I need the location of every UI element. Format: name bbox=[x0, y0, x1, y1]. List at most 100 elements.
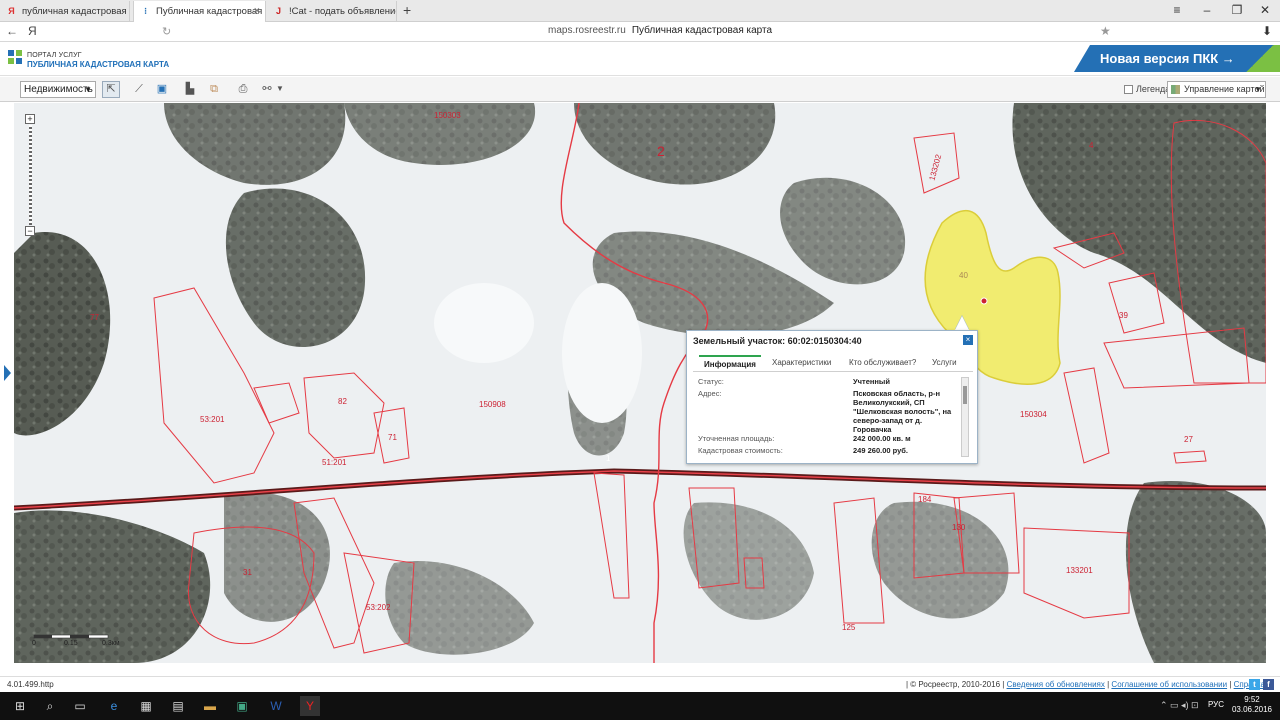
parcel-label: 77 bbox=[90, 313, 99, 322]
twitter-icon[interactable]: t bbox=[1249, 679, 1260, 690]
close-tab-icon[interactable]: × bbox=[254, 1, 260, 22]
word-icon[interactable]: W bbox=[266, 696, 286, 716]
language-indicator[interactable]: РУС bbox=[1208, 700, 1224, 709]
yandex-browser-icon[interactable]: Y bbox=[300, 696, 320, 716]
new-version-button[interactable]: Новая версия ПКК → bbox=[1074, 45, 1280, 72]
url-page-title: Публичная кадастровая карта bbox=[631, 25, 773, 36]
site-title[interactable]: ПУБЛИЧНАЯ КАДАСТРОВАЯ КАРТА bbox=[27, 60, 169, 69]
parcel-label: 71 bbox=[388, 433, 397, 442]
rosreestr-tab-icon: ⁝ bbox=[144, 6, 147, 16]
explorer-icon[interactable]: ▤ bbox=[168, 696, 188, 716]
scale-label: 0 bbox=[32, 640, 36, 647]
tab-services[interactable]: Услуги bbox=[927, 355, 962, 371]
tab-label: !Cat - подать объявление, р bbox=[289, 6, 396, 17]
popup-scrollbar[interactable] bbox=[961, 377, 969, 457]
minimize-icon[interactable]: – bbox=[1192, 0, 1222, 22]
parcel-label: 4 bbox=[1089, 141, 1094, 150]
url-host: maps.rosreestr.ru bbox=[548, 25, 626, 36]
area-value: 242 000.00 кв. м bbox=[853, 434, 911, 443]
realty-type-select[interactable]: Недвижимость ▼ bbox=[20, 81, 96, 98]
expand-panel-icon[interactable] bbox=[4, 365, 11, 381]
scrollbar-thumb[interactable] bbox=[963, 386, 967, 404]
tab-information[interactable]: Информация bbox=[699, 355, 761, 371]
chart-tool-icon[interactable]: ▙ bbox=[181, 81, 199, 98]
reload-icon[interactable]: ↻ bbox=[162, 25, 171, 38]
parcel-label: 184 bbox=[918, 495, 932, 504]
print-icon[interactable]: ⎙ bbox=[234, 81, 252, 98]
map-toolbar: Недвижимость ▼ ⇱ ⟋ ▣ ▙ ⧉ ⎙ ⚯ ▼ Легенда У… bbox=[0, 77, 1280, 102]
pointer-tool-icon[interactable]: ⇱ bbox=[102, 81, 120, 98]
copyright-text: | © Росреестр, 2010-2016 | bbox=[906, 680, 1005, 689]
chevron-down-icon[interactable]: ▼ bbox=[276, 84, 284, 93]
popup-pointer bbox=[955, 316, 969, 330]
tab-service-providers[interactable]: Кто обслуживает? bbox=[844, 355, 921, 371]
close-window-icon[interactable]: ✕ bbox=[1250, 0, 1280, 22]
facebook-icon[interactable]: f bbox=[1263, 679, 1274, 690]
legend-label: Легенда bbox=[1136, 84, 1171, 94]
parcel-label: 150303 bbox=[434, 111, 461, 120]
map-control-select[interactable]: Управление картой ▼ bbox=[1167, 81, 1266, 98]
gosuslugi-logo-icon[interactable] bbox=[7, 49, 23, 67]
tab-characteristics[interactable]: Характеристики bbox=[767, 355, 836, 371]
folder-icon[interactable]: ▬ bbox=[200, 696, 220, 716]
maximize-icon[interactable]: ❐ bbox=[1222, 0, 1252, 22]
measure-tool-icon[interactable]: ⟋ bbox=[130, 81, 148, 98]
parcel-label: 53:202 bbox=[366, 603, 391, 612]
parcel-label: 27 bbox=[1184, 435, 1193, 444]
url-field[interactable]: maps.rosreestr.ru Публичная кадастровая к… bbox=[548, 25, 772, 36]
browser-tab-2[interactable]: ⁝ Публичная кадастровая × bbox=[133, 1, 266, 22]
windows-start-icon[interactable]: ⊞ bbox=[10, 696, 30, 716]
tab-divider bbox=[693, 371, 973, 372]
satellite-map[interactable]: + − 150303 2 133202 150908 53:201 150304… bbox=[14, 103, 1266, 663]
parcel-info-popup: Земельный участок: 60:02:0150304:40 × Ин… bbox=[686, 330, 978, 464]
browser-tab-3[interactable]: J !Cat - подать объявление, р bbox=[267, 1, 397, 22]
tab-label: публичная кадастровая карт bbox=[22, 6, 129, 17]
browser-tab-1[interactable]: Я публичная кадастровая карт bbox=[0, 1, 130, 22]
clock-date: 03.06.2016 bbox=[1231, 705, 1272, 714]
site-header: ПОРТАЛ УСЛУГ ПУБЛИЧНАЯ КАДАСТРОВАЯ КАРТА… bbox=[0, 43, 1280, 76]
identify-tool-icon[interactable]: ▣ bbox=[153, 81, 171, 98]
layers-tool-icon[interactable]: ⧉ bbox=[205, 81, 223, 98]
scale-label: 0.15 bbox=[64, 640, 78, 647]
parcel-label: 40 bbox=[959, 271, 968, 280]
parcel-label: 39 bbox=[1119, 311, 1128, 320]
corner-decoration bbox=[1240, 45, 1280, 72]
app-icon[interactable]: ▣ bbox=[232, 696, 252, 716]
menu-icon[interactable]: ≡ bbox=[1162, 0, 1192, 22]
task-view-icon[interactable]: ▭ bbox=[70, 696, 90, 716]
close-icon[interactable]: × bbox=[963, 335, 973, 345]
bookmark-star-icon[interactable]: ★ bbox=[1100, 24, 1111, 38]
zoom-in-button[interactable]: + bbox=[25, 114, 35, 124]
status-value: Учтенный bbox=[853, 377, 890, 386]
tray-icons[interactable]: ⌃ ▭ ◂) ⊡ bbox=[1160, 700, 1199, 711]
status-label: Статус: bbox=[698, 377, 724, 386]
edge-browser-icon[interactable]: e bbox=[104, 696, 124, 716]
store-icon[interactable]: ▦ bbox=[136, 696, 156, 716]
jcat-tab-icon: J bbox=[275, 6, 281, 16]
left-panel-edge bbox=[0, 103, 14, 663]
version-label: 4.01.499.http bbox=[7, 680, 54, 689]
parcel-label: 53:201 bbox=[200, 415, 225, 424]
zoom-out-button[interactable]: − bbox=[25, 226, 35, 236]
link-icon[interactable]: ⚯ bbox=[258, 81, 276, 98]
search-icon[interactable]: ⌕ bbox=[40, 696, 60, 716]
address-label: Адрес: bbox=[698, 389, 722, 398]
new-tab-button[interactable]: + bbox=[403, 2, 411, 18]
clock[interactable]: 9:52 03.06.2016 bbox=[1232, 695, 1272, 715]
cadastral-value: 249 260.00 руб. bbox=[853, 446, 908, 455]
browser-tab-bar: Я публичная кадастровая карт ⁝ Публичная… bbox=[0, 0, 1280, 22]
legend-checkbox[interactable] bbox=[1124, 85, 1133, 94]
download-icon[interactable]: ⬇ bbox=[1262, 24, 1272, 38]
footer-links: | © Росреестр, 2010-2016 | Сведения об о… bbox=[906, 680, 1269, 689]
clock-time: 9:52 bbox=[1244, 695, 1260, 704]
parcel-label: 82 bbox=[338, 397, 347, 406]
zoom-slider[interactable] bbox=[29, 125, 32, 225]
chevron-down-icon: ▼ bbox=[84, 85, 92, 94]
back-icon[interactable]: ← bbox=[6, 24, 18, 38]
area-label: Уточненная площадь: bbox=[698, 434, 775, 443]
map-imagery bbox=[14, 103, 1266, 663]
terms-link[interactable]: Соглашение об использовании bbox=[1111, 680, 1227, 689]
updates-link[interactable]: Сведения об обновлениях bbox=[1007, 680, 1105, 689]
yandex-icon[interactable]: Я bbox=[28, 24, 37, 38]
map-control-label: Управление картой bbox=[1184, 84, 1265, 94]
